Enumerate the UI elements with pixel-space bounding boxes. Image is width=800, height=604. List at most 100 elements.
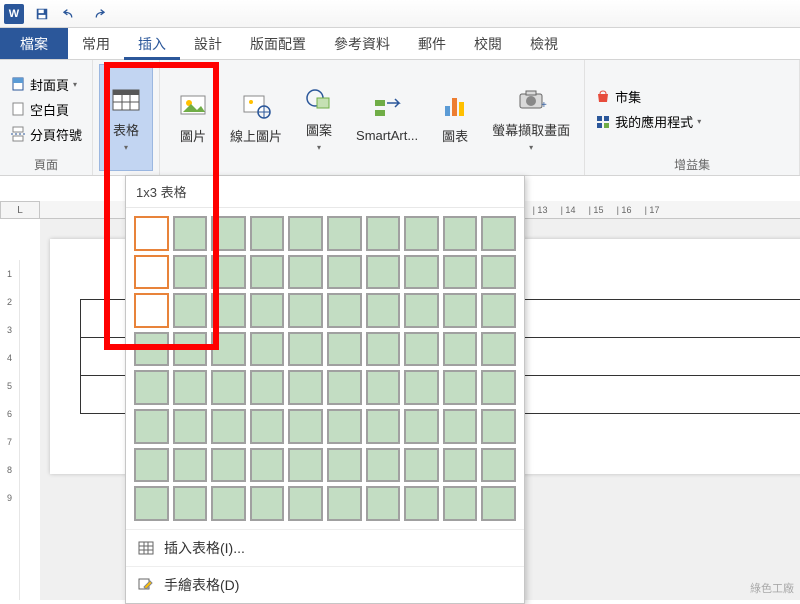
grid-cell[interactable] [366, 486, 401, 521]
chart-button[interactable]: 圖表 [428, 64, 482, 171]
grid-cell[interactable] [134, 216, 169, 251]
blank-page-button[interactable]: 空白頁 [6, 98, 86, 121]
grid-cell[interactable] [366, 216, 401, 251]
grid-cell[interactable] [366, 255, 401, 290]
grid-cell[interactable] [404, 448, 439, 483]
grid-cell[interactable] [481, 448, 516, 483]
grid-cell[interactable] [404, 293, 439, 328]
online-picture-button[interactable]: 線上圖片 [222, 64, 290, 171]
grid-cell[interactable] [134, 255, 169, 290]
grid-cell[interactable] [250, 486, 285, 521]
grid-cell[interactable] [250, 293, 285, 328]
grid-cell[interactable] [327, 255, 362, 290]
grid-cell[interactable] [327, 332, 362, 367]
grid-cell[interactable] [134, 409, 169, 444]
grid-cell[interactable] [288, 448, 323, 483]
grid-cell[interactable] [173, 332, 208, 367]
grid-cell[interactable] [250, 409, 285, 444]
grid-cell[interactable] [211, 370, 246, 405]
tab-view[interactable]: 檢視 [516, 28, 572, 59]
grid-cell[interactable] [211, 293, 246, 328]
redo-icon[interactable] [88, 4, 108, 24]
tab-file[interactable]: 檔案 [0, 28, 68, 59]
grid-cell[interactable] [366, 332, 401, 367]
my-apps-button[interactable]: 我的應用程式▾ [591, 110, 793, 133]
grid-cell[interactable] [134, 332, 169, 367]
grid-cell[interactable] [288, 409, 323, 444]
grid-cell[interactable] [443, 370, 478, 405]
grid-cell[interactable] [173, 486, 208, 521]
grid-cell[interactable] [288, 216, 323, 251]
screenshot-button[interactable]: + 螢幕擷取畫面▾ [484, 64, 578, 171]
grid-cell[interactable] [250, 255, 285, 290]
grid-cell[interactable] [173, 255, 208, 290]
grid-cell[interactable] [366, 409, 401, 444]
grid-cell[interactable] [288, 486, 323, 521]
grid-cell[interactable] [443, 332, 478, 367]
grid-cell[interactable] [288, 332, 323, 367]
tab-references[interactable]: 參考資料 [320, 28, 404, 59]
tab-layout[interactable]: 版面配置 [236, 28, 320, 59]
grid-cell[interactable] [443, 409, 478, 444]
grid-cell[interactable] [366, 370, 401, 405]
grid-cell[interactable] [404, 216, 439, 251]
grid-cell[interactable] [211, 255, 246, 290]
grid-cell[interactable] [443, 293, 478, 328]
grid-cell[interactable] [211, 448, 246, 483]
smartart-button[interactable]: SmartArt... [348, 64, 426, 171]
grid-cell[interactable] [134, 370, 169, 405]
grid-cell[interactable] [173, 293, 208, 328]
grid-cell[interactable] [327, 216, 362, 251]
grid-cell[interactable] [327, 486, 362, 521]
table-button[interactable]: 表格 ▾ [99, 64, 153, 171]
grid-cell[interactable] [481, 216, 516, 251]
grid-cell[interactable] [288, 255, 323, 290]
draw-table-menu-item[interactable]: 手繪表格(D) [126, 566, 524, 603]
grid-cell[interactable] [250, 332, 285, 367]
tab-design[interactable]: 設計 [180, 28, 236, 59]
undo-icon[interactable] [60, 4, 80, 24]
grid-cell[interactable] [443, 255, 478, 290]
grid-cell[interactable] [443, 486, 478, 521]
tab-review[interactable]: 校閱 [460, 28, 516, 59]
page-break-button[interactable]: 分頁符號 [6, 123, 86, 146]
grid-cell[interactable] [327, 370, 362, 405]
grid-cell[interactable] [404, 332, 439, 367]
grid-cell[interactable] [481, 486, 516, 521]
grid-cell[interactable] [327, 409, 362, 444]
grid-cell[interactable] [404, 409, 439, 444]
grid-cell[interactable] [250, 370, 285, 405]
store-button[interactable]: 市集 [591, 85, 793, 108]
grid-cell[interactable] [288, 293, 323, 328]
grid-cell[interactable] [211, 332, 246, 367]
shapes-button[interactable]: 圖案▾ [292, 64, 346, 171]
grid-cell[interactable] [443, 216, 478, 251]
picture-button[interactable]: 圖片 [166, 64, 220, 171]
table-size-grid[interactable] [126, 208, 524, 529]
grid-cell[interactable] [404, 486, 439, 521]
grid-cell[interactable] [211, 486, 246, 521]
grid-cell[interactable] [134, 486, 169, 521]
grid-cell[interactable] [481, 332, 516, 367]
grid-cell[interactable] [250, 448, 285, 483]
grid-cell[interactable] [134, 293, 169, 328]
grid-cell[interactable] [404, 370, 439, 405]
grid-cell[interactable] [173, 370, 208, 405]
grid-cell[interactable] [288, 370, 323, 405]
grid-cell[interactable] [443, 448, 478, 483]
grid-cell[interactable] [327, 448, 362, 483]
grid-cell[interactable] [173, 216, 208, 251]
save-icon[interactable] [32, 4, 52, 24]
grid-cell[interactable] [481, 409, 516, 444]
grid-cell[interactable] [173, 448, 208, 483]
grid-cell[interactable] [366, 448, 401, 483]
grid-cell[interactable] [211, 409, 246, 444]
grid-cell[interactable] [366, 293, 401, 328]
grid-cell[interactable] [481, 370, 516, 405]
grid-cell[interactable] [134, 448, 169, 483]
grid-cell[interactable] [481, 293, 516, 328]
insert-table-menu-item[interactable]: 插入表格(I)... [126, 529, 524, 566]
grid-cell[interactable] [250, 216, 285, 251]
grid-cell[interactable] [173, 409, 208, 444]
tab-insert[interactable]: 插入 [124, 28, 180, 59]
